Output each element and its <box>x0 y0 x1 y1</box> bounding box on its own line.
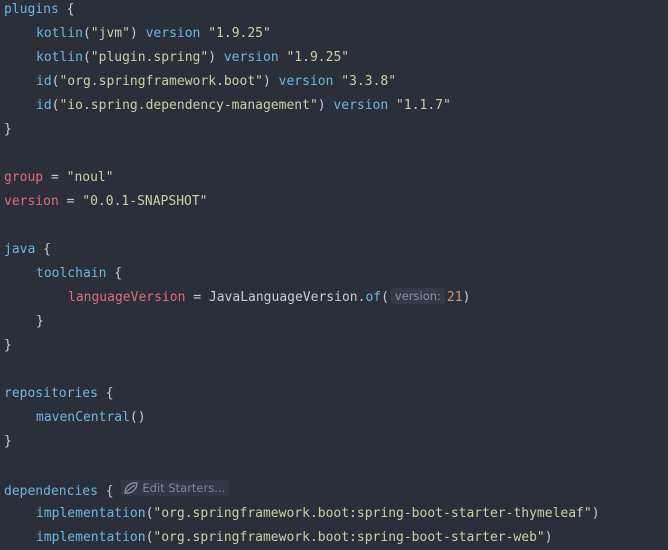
token-fn: kotlin <box>36 50 83 65</box>
code-line-15[interactable]: } <box>4 336 12 356</box>
token-paren: ) <box>591 506 600 521</box>
token-operator: = <box>58 194 83 209</box>
code-line-5[interactable]: id("io.spring.dependency-management") ve… <box>36 96 451 116</box>
token-java: java <box>4 242 36 257</box>
code-line-13[interactable]: languageVersion = JavaLanguageVersion.of… <box>68 288 470 308</box>
token-property: languageVersion <box>68 290 186 305</box>
token-number: 21 <box>446 290 463 305</box>
code-line-1[interactable]: plugins { <box>4 0 74 20</box>
token-version-value: "1.9.25" <box>208 26 271 41</box>
token-paren: () <box>129 410 146 425</box>
token-fn: kotlin <box>36 26 83 41</box>
code-line-6[interactable]: } <box>4 120 12 140</box>
token-operator: = <box>185 290 209 305</box>
parameter-hint: version: <box>390 288 445 304</box>
code-line-9[interactable]: version = "0.0.1-SNAPSHOT" <box>4 192 208 212</box>
token-paren: ) <box>317 98 326 113</box>
spring-leaf-icon <box>124 482 139 494</box>
token-dependencies: dependencies <box>4 484 98 499</box>
code-line-12[interactable]: toolchain { <box>36 264 122 284</box>
edit-starters-label: Edit Starters... <box>142 481 226 495</box>
token-operator: = <box>43 170 67 185</box>
code-line-2[interactable]: kotlin("jvm") version "1.9.25" <box>36 24 271 44</box>
token-brace: { <box>97 386 114 401</box>
code-editor[interactable]: plugins { kotlin("jvm") version "1.9.25"… <box>0 0 668 550</box>
token-property: version <box>4 194 59 209</box>
token-brace: } <box>4 338 12 353</box>
edit-starters-button[interactable]: Edit Starters... <box>121 480 230 496</box>
code-line-3[interactable]: kotlin("plugin.spring") version "1.9.25" <box>36 48 349 68</box>
token-string: "org.springframework.boot:spring-boot-st… <box>153 530 545 545</box>
token-version-keyword: version <box>137 26 209 41</box>
token-paren: ) <box>544 530 553 545</box>
token-version-value: "3.3.8" <box>341 74 397 89</box>
token-fn: of <box>365 290 382 305</box>
token-brace: { <box>58 2 75 17</box>
token-repositories: repositories <box>4 386 98 401</box>
code-line-19[interactable]: } <box>4 432 12 452</box>
token-paren: ( <box>381 290 389 305</box>
token-brace: } <box>4 122 12 137</box>
token-paren: ) <box>262 74 271 89</box>
token-brace: } <box>4 434 12 449</box>
code-line-21[interactable]: dependencies { Edit Starters... <box>4 480 230 500</box>
token-fn: id <box>36 74 52 89</box>
token-version-keyword: version <box>216 50 287 65</box>
token-fn: implementation <box>36 506 146 521</box>
token-property: group <box>4 170 44 185</box>
code-line-23[interactable]: implementation("org.springframework.boot… <box>36 528 553 548</box>
token-fn: mavenCentral <box>36 410 130 425</box>
code-line-8[interactable]: group = "noul" <box>4 168 114 188</box>
token-brace: { <box>106 266 123 281</box>
token-brace: { <box>35 242 51 257</box>
code-line-4[interactable]: id("org.springframework.boot") version "… <box>36 72 396 92</box>
token-string: "org.springframework.boot" <box>59 74 263 89</box>
token-string: "0.0.1-SNAPSHOT" <box>82 194 208 209</box>
token-paren: ) <box>129 26 138 41</box>
token-version-keyword: version <box>270 74 342 89</box>
code-line-18[interactable]: mavenCentral() <box>36 408 146 428</box>
token-version-keyword: version <box>325 98 397 113</box>
code-line-22[interactable]: implementation("org.springframework.boot… <box>36 504 600 524</box>
token-string: "noul" <box>66 170 114 185</box>
token-brace: { <box>97 484 122 499</box>
code-line-11[interactable]: java { <box>4 240 51 260</box>
token-fn: implementation <box>36 530 146 545</box>
token-paren: ( <box>82 26 91 41</box>
token-paren: ) <box>208 50 217 65</box>
token-paren: ( <box>82 50 91 65</box>
token-paren: ) <box>462 290 471 305</box>
token-version-value: "1.1.7" <box>396 98 451 113</box>
token-version-value: "1.9.25" <box>286 50 350 65</box>
token-class: JavaLanguageVersion <box>208 290 358 305</box>
token-string: "jvm" <box>90 26 130 41</box>
token-plugins: plugins <box>4 2 59 17</box>
token-brace: } <box>36 314 44 329</box>
token-string: "io.spring.dependency-management" <box>59 98 318 113</box>
code-line-17[interactable]: repositories { <box>4 384 114 404</box>
code-line-14[interactable]: } <box>36 312 44 332</box>
token-string: "plugin.spring" <box>90 50 209 65</box>
token-fn: id <box>36 98 52 113</box>
token-toolchain: toolchain <box>36 266 107 281</box>
token-string: "org.springframework.boot:spring-boot-st… <box>153 506 592 521</box>
